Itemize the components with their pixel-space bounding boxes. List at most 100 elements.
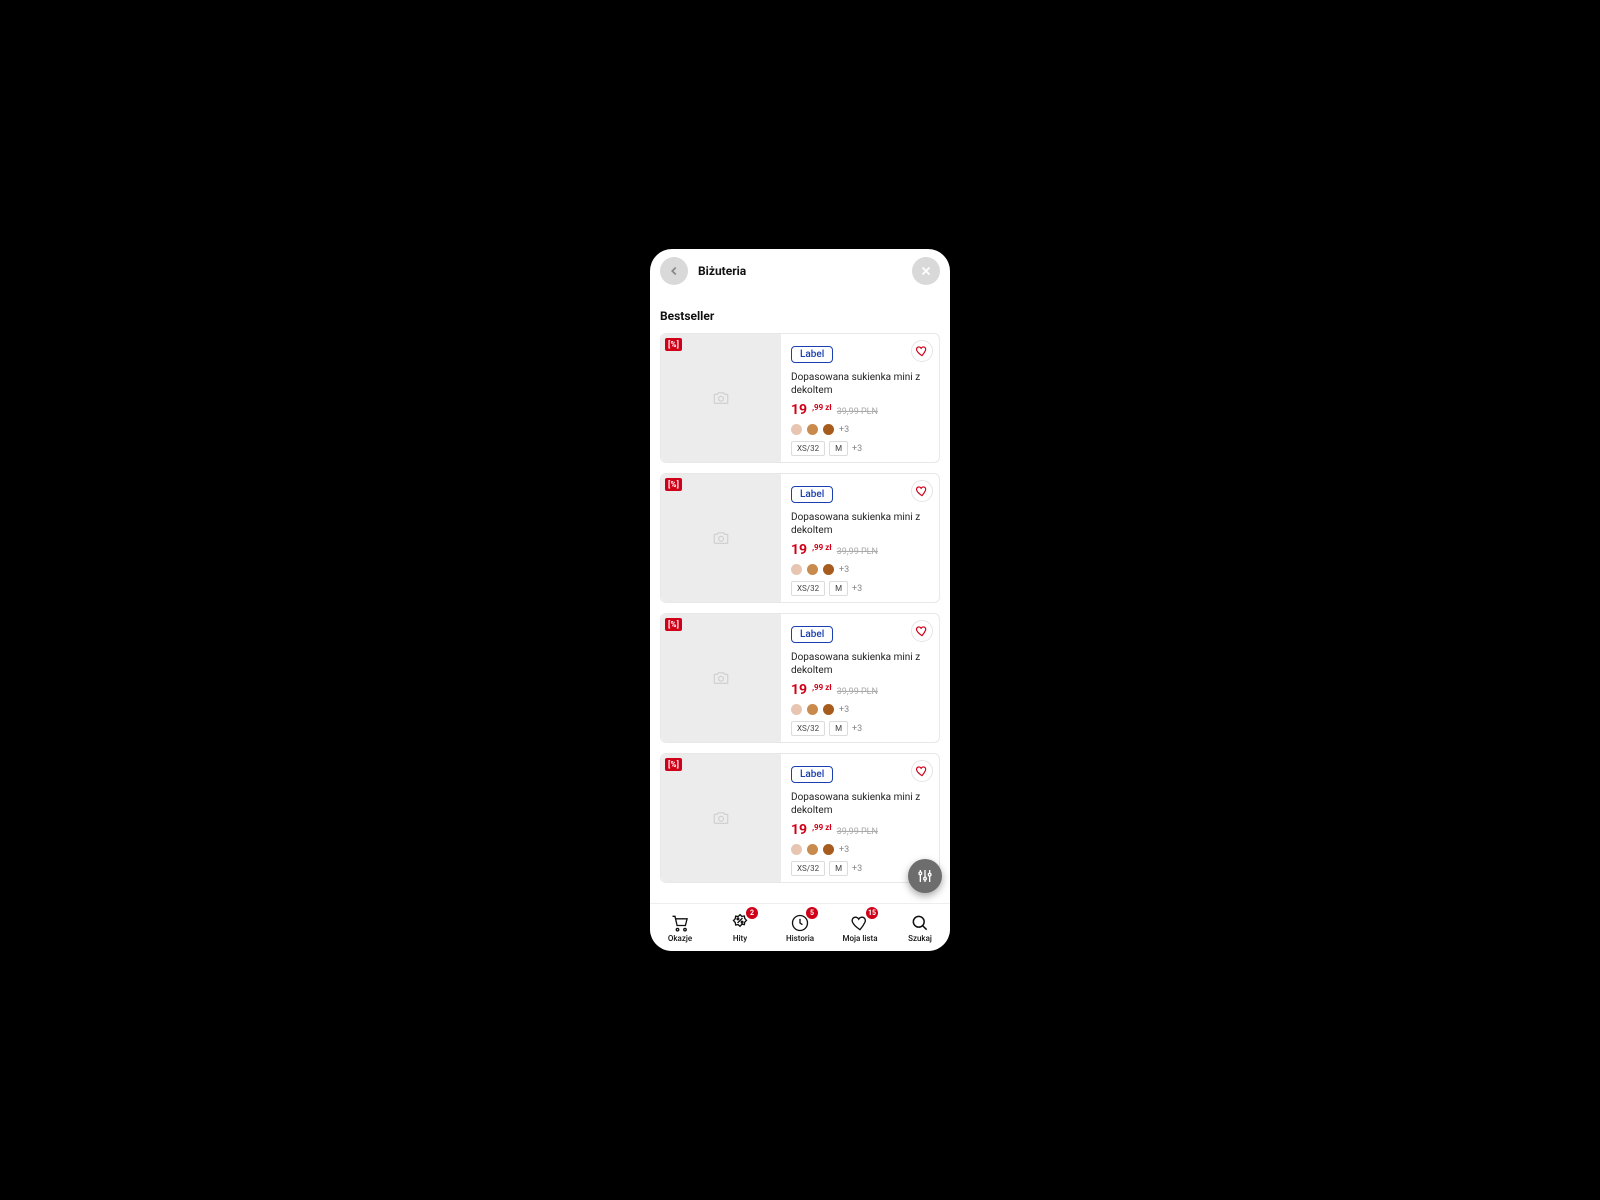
nav-hity[interactable]: Hity 2 bbox=[710, 904, 770, 951]
size-chip[interactable]: M bbox=[829, 581, 848, 596]
price-main: 19 bbox=[791, 402, 807, 418]
price-row: 19,99 zł 39,99 PLN bbox=[791, 402, 931, 418]
size-chip[interactable]: M bbox=[829, 861, 848, 876]
price-main: 19 bbox=[791, 682, 807, 698]
favorite-button[interactable] bbox=[911, 480, 933, 502]
size-row: XS/32 M +3 bbox=[791, 581, 931, 596]
size-row: XS/32M+3 bbox=[791, 721, 931, 736]
sale-badge: [%] bbox=[665, 618, 682, 631]
swatch-row: +3 bbox=[791, 564, 931, 575]
color-swatch[interactable] bbox=[807, 424, 818, 435]
product-title: Dopasowana sukienka mini z dekoltem bbox=[791, 791, 931, 817]
content-area: Bestseller [%] Label Dopasowana sukienka … bbox=[650, 291, 950, 903]
size-more: +3 bbox=[852, 864, 862, 874]
label-chip: Label bbox=[791, 626, 833, 643]
price-sub: ,99 zł bbox=[812, 543, 832, 552]
color-swatch[interactable] bbox=[791, 564, 802, 575]
size-chip[interactable]: XS/32 bbox=[791, 441, 825, 456]
product-card[interactable]: [%] LabelDopasowana sukienka mini z deko… bbox=[660, 753, 940, 883]
product-image[interactable]: [%] bbox=[661, 474, 781, 602]
size-chip[interactable]: XS/32 bbox=[791, 721, 825, 736]
price-row: 19 ,99 zł 39,99 PLN bbox=[791, 682, 931, 698]
price-old: 39,99 PLN bbox=[837, 827, 878, 837]
color-swatch[interactable] bbox=[823, 564, 834, 575]
nav-badge: 5 bbox=[806, 907, 818, 919]
product-title: Dopasowana sukienka mini z dekoltem bbox=[791, 651, 931, 677]
label-chip: Label bbox=[791, 346, 833, 363]
label-chip: Label bbox=[791, 486, 833, 503]
price-sub: ,99 zł bbox=[812, 683, 832, 692]
header: Biżuteria bbox=[650, 249, 950, 291]
close-button[interactable] bbox=[912, 257, 940, 285]
heart-icon bbox=[915, 344, 929, 358]
nav-badge: 2 bbox=[746, 907, 758, 919]
sliders-icon bbox=[917, 868, 933, 884]
back-button[interactable] bbox=[660, 257, 688, 285]
camera-icon bbox=[712, 529, 730, 547]
nav-label: Moja lista bbox=[842, 934, 877, 943]
color-swatch[interactable] bbox=[823, 424, 834, 435]
page-title: Biżuteria bbox=[698, 264, 912, 278]
product-info: Label Dopasowana sukienka mini z dekoltem… bbox=[781, 614, 939, 742]
color-swatch[interactable] bbox=[791, 844, 802, 855]
color-swatch[interactable] bbox=[791, 704, 802, 715]
price-row: 19,99 zł 39,99 PLN bbox=[791, 822, 931, 838]
nav-badge: 15 bbox=[866, 907, 878, 919]
heart-icon bbox=[915, 484, 929, 498]
cart-icon bbox=[670, 913, 690, 933]
size-more: +3 bbox=[852, 584, 862, 594]
nav-szukaj[interactable]: Szukaj bbox=[890, 904, 950, 951]
search-icon bbox=[910, 913, 930, 933]
color-swatch[interactable] bbox=[823, 704, 834, 715]
nav-label: Hity bbox=[733, 934, 747, 943]
favorite-button[interactable] bbox=[911, 340, 933, 362]
product-list: [%] Label Dopasowana sukienka mini z deko… bbox=[660, 333, 940, 883]
swatch-more: +3 bbox=[839, 425, 849, 435]
app-screen: Biżuteria Bestseller [%] Label Dopasowana… bbox=[650, 249, 950, 951]
sale-badge: [%] bbox=[665, 758, 682, 771]
color-swatch[interactable] bbox=[791, 424, 802, 435]
price-old: 39,99 PLN bbox=[837, 547, 878, 557]
chevron-left-icon bbox=[667, 264, 681, 278]
nav-historia[interactable]: Historia 5 bbox=[770, 904, 830, 951]
size-chip[interactable]: XS/32 bbox=[791, 581, 825, 596]
size-more: +3 bbox=[852, 444, 862, 454]
product-card[interactable]: [%] Label Dopasowana sukienka mini z deko… bbox=[660, 613, 940, 743]
size-row: XS/32 M +3 bbox=[791, 441, 931, 456]
product-card[interactable]: [%] Label Dopasowana sukienka mini z deko… bbox=[660, 473, 940, 603]
favorite-button[interactable] bbox=[911, 620, 933, 642]
size-chip[interactable]: M bbox=[829, 721, 848, 736]
swatch-more: +3 bbox=[839, 845, 849, 855]
nav-label: Okazje bbox=[668, 934, 692, 943]
favorite-button[interactable] bbox=[911, 760, 933, 782]
nav-label: Szukaj bbox=[908, 934, 932, 943]
product-info: Label Dopasowana sukienka mini z dekoltem… bbox=[781, 334, 939, 462]
price-old: 39,99 PLN bbox=[837, 687, 878, 697]
nav-label: Historia bbox=[786, 934, 814, 943]
product-card[interactable]: [%] Label Dopasowana sukienka mini z deko… bbox=[660, 333, 940, 463]
bottom-nav: Okazje Hity 2 Historia 5 Moja lista 15 bbox=[650, 903, 950, 951]
nav-okazje[interactable]: Okazje bbox=[650, 904, 710, 951]
sale-badge: [%] bbox=[665, 478, 682, 491]
size-chip[interactable]: XS/32 bbox=[791, 861, 825, 876]
product-image[interactable]: [%] bbox=[661, 614, 781, 742]
size-chip[interactable]: M bbox=[829, 441, 848, 456]
camera-icon bbox=[712, 669, 730, 687]
product-title: Dopasowana sukienka mini z dekoltem bbox=[791, 511, 931, 537]
section-title: Bestseller bbox=[660, 309, 940, 323]
color-swatch[interactable] bbox=[807, 704, 818, 715]
color-swatch[interactable] bbox=[823, 844, 834, 855]
heart-icon bbox=[915, 624, 929, 638]
color-swatch[interactable] bbox=[807, 564, 818, 575]
color-swatch[interactable] bbox=[807, 844, 818, 855]
camera-icon bbox=[712, 389, 730, 407]
swatch-row: +3 bbox=[791, 844, 931, 855]
filter-fab[interactable] bbox=[908, 859, 942, 893]
price-main: 19 bbox=[791, 542, 807, 558]
heart-icon bbox=[915, 764, 929, 778]
product-title: Dopasowana sukienka mini z dekoltem bbox=[791, 371, 931, 397]
product-info: Label Dopasowana sukienka mini z dekoltem… bbox=[781, 474, 939, 602]
product-image[interactable]: [%] bbox=[661, 754, 781, 882]
nav-mojalista[interactable]: Moja lista 15 bbox=[830, 904, 890, 951]
product-image[interactable]: [%] bbox=[661, 334, 781, 462]
